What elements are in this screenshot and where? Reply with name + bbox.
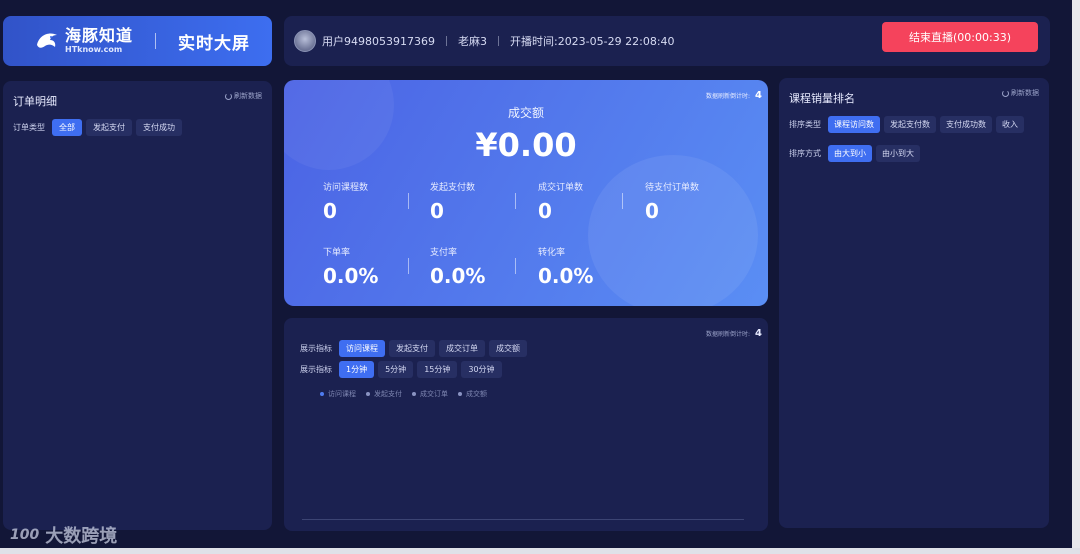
countdown-value: 4 bbox=[755, 90, 762, 101]
gmv-value: ¥0.00 bbox=[475, 126, 577, 164]
sort-type-label: 排序类型 bbox=[789, 120, 821, 129]
stat-value: 0 bbox=[538, 199, 552, 223]
metric-label: 展示指标 bbox=[300, 344, 332, 353]
order-details-panel: 订单明细 刷新数据 订单类型 全部 发起支付 支付成功 bbox=[3, 81, 272, 530]
refresh-countdown: 数据刷新倒计时: 4 bbox=[706, 328, 762, 339]
avatar[interactable] bbox=[294, 30, 316, 52]
brand-divider bbox=[155, 33, 157, 49]
watermark-text: 大数跨境 bbox=[45, 526, 118, 547]
sort-payment-initiated[interactable]: 发起支付数 bbox=[884, 116, 936, 133]
sort-payment-success[interactable]: 支付成功数 bbox=[940, 116, 992, 133]
refresh-countdown: 数据刷新倒计时: 4 bbox=[706, 90, 762, 101]
divider bbox=[515, 258, 516, 274]
metric-orders[interactable]: 成交订单 bbox=[439, 340, 485, 357]
interval-1min[interactable]: 1分钟 bbox=[339, 361, 375, 378]
legend-item[interactable]: 发起支付 bbox=[366, 389, 402, 399]
countdown-label: 数据刷新倒计时: bbox=[706, 331, 751, 338]
window-edge bbox=[0, 548, 1080, 554]
divider bbox=[408, 193, 409, 209]
refresh-label: 刷新数据 bbox=[234, 92, 262, 100]
interval-label: 展示指标 bbox=[300, 365, 332, 374]
window-edge bbox=[1072, 0, 1080, 554]
end-live-button[interactable]: 结束直播(00:00:33) bbox=[882, 22, 1038, 52]
filter-label: 订单类型 bbox=[13, 123, 45, 132]
sort-course-visits[interactable]: 课程访问数 bbox=[828, 116, 880, 133]
legend-dot bbox=[458, 392, 462, 396]
stat-label: 访问课程数 bbox=[323, 183, 369, 193]
sort-type-selector: 排序类型 课程访问数 发起支付数 支付成功数 收入 bbox=[789, 116, 1039, 133]
divider bbox=[408, 258, 409, 274]
stat-label: 成交订单数 bbox=[538, 183, 584, 193]
metric-payment-initiated[interactable]: 发起支付 bbox=[389, 340, 435, 357]
refresh-label: 刷新数据 bbox=[1011, 89, 1039, 97]
watermark: 100 大数跨境 bbox=[10, 522, 117, 548]
refresh-icon bbox=[225, 92, 232, 100]
sort-revenue[interactable]: 收入 bbox=[996, 116, 1024, 133]
divider bbox=[515, 193, 516, 209]
legend-dot bbox=[366, 392, 370, 396]
dolphin-logo-icon bbox=[37, 33, 57, 48]
refresh-icon bbox=[1002, 89, 1009, 97]
chart-x-axis bbox=[302, 519, 744, 520]
divider bbox=[445, 36, 447, 46]
filter-initiated-payment[interactable]: 发起支付 bbox=[86, 119, 132, 136]
watermark-logo: 100 bbox=[10, 527, 40, 543]
stat-label: 转化率 bbox=[538, 248, 566, 258]
trend-chart-panel: 数据刷新倒计时: 4 展示指标 访问课程 发起支付 成交订单 成交额 展示指标 … bbox=[284, 318, 768, 531]
metric-selector: 展示指标 访问课程 发起支付 成交订单 成交额 bbox=[300, 340, 531, 357]
metric-course-visits[interactable]: 访问课程 bbox=[339, 340, 385, 357]
interval-5min[interactable]: 5分钟 bbox=[378, 361, 414, 378]
user-id: 用户9498053917369 bbox=[322, 35, 435, 48]
brand-cn: 海豚知道 bbox=[65, 26, 134, 45]
stat-label: 下单率 bbox=[323, 248, 351, 258]
teacher-name: 老麻3 bbox=[457, 35, 487, 48]
divider bbox=[622, 193, 623, 209]
live-info-bar: 用户9498053917369 老麻3 开播时间:2023-05-29 22:0… bbox=[284, 16, 1050, 66]
start-time: 开播时间:2023-05-29 22:08:40 bbox=[509, 35, 675, 48]
interval-selector: 展示指标 1分钟 5分钟 15分钟 30分钟 bbox=[300, 361, 506, 378]
legend-dot bbox=[412, 392, 416, 396]
divider bbox=[497, 36, 499, 46]
stat-label: 发起支付数 bbox=[430, 183, 476, 193]
sort-desc[interactable]: 由大到小 bbox=[828, 145, 872, 162]
refresh-button[interactable]: 刷新数据 bbox=[225, 91, 262, 101]
stat-value: 0.0% bbox=[538, 264, 594, 288]
refresh-button[interactable]: 刷新数据 bbox=[1002, 88, 1039, 98]
legend-label: 成交订单 bbox=[420, 390, 448, 398]
stats-card: 数据刷新倒计时: 4 成交额 ¥0.00 访问课程数 0 发起支付数 0 成交订… bbox=[284, 80, 768, 306]
interval-15min[interactable]: 15分钟 bbox=[417, 361, 458, 378]
sort-order-selector: 排序方式 由大到小 由小到大 bbox=[789, 145, 1039, 162]
legend-label: 成交额 bbox=[466, 390, 487, 398]
interval-30min[interactable]: 30分钟 bbox=[461, 361, 502, 378]
stat-value: 0 bbox=[645, 199, 659, 223]
brand-en: HTknow.com bbox=[65, 45, 123, 54]
sort-order-label: 排序方式 bbox=[789, 149, 821, 158]
sort-asc[interactable]: 由小到大 bbox=[876, 145, 920, 162]
screen-title: 实时大屏 bbox=[178, 33, 251, 54]
legend-item[interactable]: 成交订单 bbox=[412, 389, 448, 399]
filter-all[interactable]: 全部 bbox=[52, 119, 82, 136]
legend-item[interactable]: 访问课程 bbox=[320, 389, 356, 399]
stat-label: 支付率 bbox=[430, 248, 458, 258]
stat-pending-orders: 待支付订单数 0 bbox=[645, 180, 745, 223]
legend-label: 访问课程 bbox=[328, 390, 356, 398]
stat-orders-completed: 成交订单数 0 bbox=[538, 180, 638, 223]
stat-label: 待支付订单数 bbox=[645, 183, 700, 193]
countdown-label: 数据刷新倒计时: bbox=[706, 93, 751, 100]
order-type-filter: 订单类型 全部 发起支付 支付成功 bbox=[13, 119, 262, 136]
metric-gmv[interactable]: 成交额 bbox=[489, 340, 527, 357]
course-ranking-panel: 课程销量排名 刷新数据 排序类型 课程访问数 发起支付数 支付成功数 收入 排序… bbox=[779, 78, 1049, 528]
legend-item[interactable]: 成交额 bbox=[458, 389, 487, 399]
countdown-value: 4 bbox=[755, 328, 762, 339]
filter-payment-success[interactable]: 支付成功 bbox=[136, 119, 182, 136]
legend-label: 发起支付 bbox=[374, 390, 402, 398]
legend-dot bbox=[320, 392, 324, 396]
chart-legend: 访问课程 发起支付 成交订单 成交额 bbox=[320, 389, 487, 399]
logo-card: 海豚知道 HTknow.com 实时大屏 bbox=[3, 16, 272, 66]
brand-text: 海豚知道 HTknow.com bbox=[65, 28, 133, 54]
gmv-label: 成交额 bbox=[507, 106, 544, 120]
stat-conversion-rate: 转化率 0.0% bbox=[538, 245, 638, 288]
